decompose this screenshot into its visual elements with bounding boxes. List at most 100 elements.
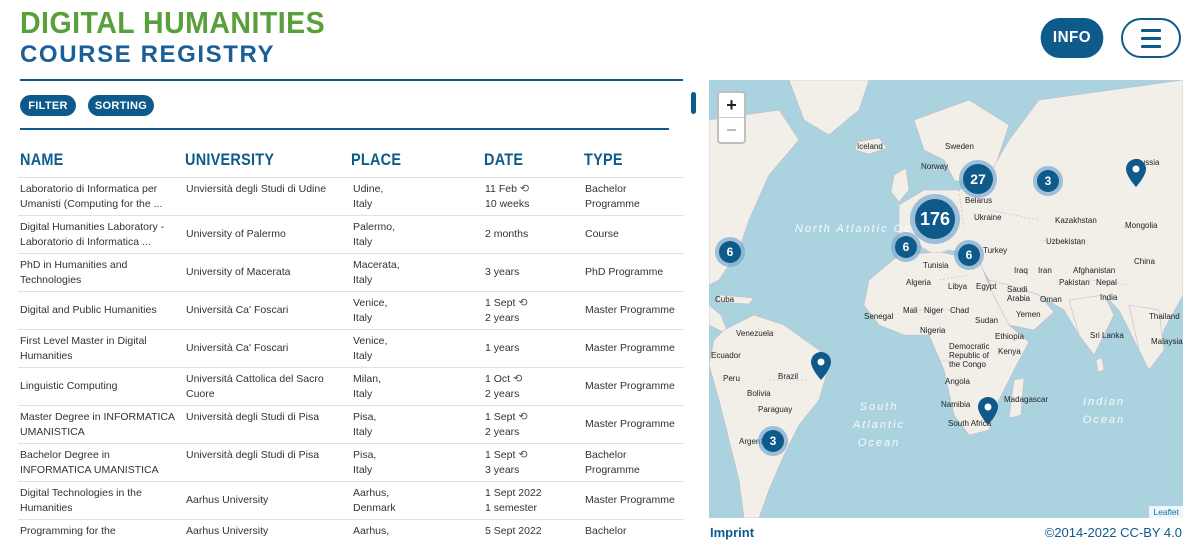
university-name: Università degli Studi di Pisa <box>186 411 320 423</box>
map-cluster[interactable]: 6 <box>715 237 745 267</box>
date-start: 1 years <box>485 341 575 356</box>
country-label: Sudan <box>975 316 999 325</box>
date-duration: 2 years <box>485 312 520 324</box>
map-cluster[interactable]: 3 <box>1033 166 1063 196</box>
place: Aarhus, <box>353 524 473 539</box>
place: Venice, Italy <box>353 334 473 364</box>
map-cluster-count: 3 <box>762 430 784 452</box>
filter-button[interactable]: FILTER <box>20 95 76 116</box>
place-city: Macerata, <box>353 259 400 271</box>
place-country: Italy <box>353 198 373 210</box>
map-pin-icon[interactable] <box>1126 159 1146 187</box>
place-country: Italy <box>353 274 373 286</box>
recurring-icon: ⟲ <box>518 449 528 461</box>
country-label: Nepal <box>1096 278 1117 287</box>
date-start: 1 Sept ⟲ <box>485 410 575 425</box>
zoom-control: + − <box>717 91 746 144</box>
country-label: Chad <box>950 306 970 315</box>
date-duration: 2 years <box>485 388 520 400</box>
column-header-type[interactable]: TYPE <box>584 150 623 170</box>
column-header-place[interactable]: PLACE <box>351 150 401 170</box>
country-label: Paraguay <box>758 405 793 414</box>
column-header-date[interactable]: DATE <box>484 150 523 170</box>
column-header-university[interactable]: UNIVERSITY <box>185 150 274 170</box>
table-row[interactable]: Programming for the Aarhus University Aarh… <box>18 519 684 549</box>
table-row[interactable]: Digital and Public Humanities Università … <box>18 291 684 329</box>
country-label: Turkey <box>983 246 1008 255</box>
date: 1 Sept ⟲ 2 years <box>485 296 575 326</box>
course-name: Digital Technologies in the Humanities <box>20 487 142 514</box>
map-cluster-count: 176 <box>915 199 955 239</box>
course-map[interactable]: North Atlantic Ocean South Atlantic Ocea… <box>709 80 1183 518</box>
place-country: Italy <box>353 350 373 362</box>
course-type-line: PhD Programme <box>585 266 664 278</box>
map-cluster[interactable]: 27 <box>959 160 997 198</box>
place: Pisa, Italy <box>353 448 473 478</box>
course-type-line: Bachelor <box>585 449 627 461</box>
course-name: Programming for the <box>20 525 116 537</box>
country-label: Iceland <box>857 142 883 151</box>
column-header-name[interactable]: NAME <box>20 150 64 170</box>
table-row[interactable]: Digital Technologies in the Humanities Aa… <box>18 481 684 519</box>
date: 1 Oct ⟲ 2 years <box>485 372 575 402</box>
place: Venice, Italy <box>353 296 473 326</box>
table-row[interactable]: Bachelor Degree in INFORMATICA UMANISTIC… <box>18 443 684 481</box>
imprint-link[interactable]: Imprint <box>710 525 754 540</box>
country-label: Senegal <box>864 312 894 321</box>
place-country: Italy <box>353 312 373 324</box>
date: 1 Sept 2022 1 semester <box>485 486 575 516</box>
table-row[interactable]: PhD in Humanities and Technologies Univer… <box>18 253 684 291</box>
place-city: Milan, <box>353 373 382 385</box>
recurring-icon: ⟲ <box>518 411 528 423</box>
country-label: Niger <box>924 306 944 315</box>
country-label: Ethiopia <box>995 332 1024 341</box>
date: 1 years <box>485 341 575 356</box>
course-type-line: Course <box>585 228 619 240</box>
scrollbar-thumb[interactable] <box>691 92 696 114</box>
course-type-line: Master Programme <box>585 380 675 392</box>
table-row[interactable]: First Level Master in Digital Humanities… <box>18 329 684 367</box>
university-name: Aarhus University <box>186 494 269 506</box>
map-attribution-link[interactable]: Leaflet <box>1149 506 1183 518</box>
map-cluster[interactable]: 3 <box>758 426 788 456</box>
recurring-icon: ⟲ <box>519 183 530 195</box>
course-type-line: Master Programme <box>585 342 675 354</box>
place-city: Venice, <box>353 297 388 309</box>
country-label: Kazakhstan <box>1055 216 1097 225</box>
course-name: PhD in Humanities and Technologies <box>20 259 128 286</box>
place: Udine, Italy <box>353 182 473 212</box>
course-type: PhD Programme <box>585 265 684 280</box>
table-row[interactable]: Master Degree in INFORMATICA UMANISTICA U… <box>18 405 684 443</box>
hamburger-icon-bar <box>1141 36 1161 40</box>
zoom-in-button[interactable]: + <box>719 93 744 117</box>
date: 3 years <box>485 265 575 280</box>
site-logo[interactable]: DIGITAL HUMANITIES COURSE REGISTRY <box>20 6 352 70</box>
place-country: Italy <box>353 426 373 438</box>
map-cluster[interactable]: 6 <box>954 240 984 270</box>
menu-button[interactable] <box>1121 18 1181 58</box>
map-cluster[interactable]: 6 <box>891 232 921 262</box>
date-start-text: 1 years <box>485 342 520 354</box>
course-name: Laboratorio di Informatica per Umanisti … <box>20 183 163 210</box>
place-country: Italy <box>353 388 373 400</box>
country-label: Mali <box>903 306 918 315</box>
map-pin-icon[interactable] <box>978 397 998 425</box>
country-label: Brazil <box>778 372 799 381</box>
table-row[interactable]: Digital Humanities Laboratory - Laborato… <box>18 215 684 253</box>
place-city: Palermo, <box>353 221 396 233</box>
country-label: Algeria <box>906 278 931 287</box>
map-pin-icon[interactable] <box>811 352 831 380</box>
recurring-icon: ⟲ <box>513 373 523 385</box>
country-label: Cuba <box>715 295 735 304</box>
course-type: Master Programme <box>585 417 684 432</box>
sorting-button[interactable]: SORTING <box>88 95 154 116</box>
country-label: Madagascar <box>1004 395 1049 404</box>
university-name: Unviersità degli Studi di Udine <box>186 183 327 195</box>
table-row[interactable]: Laboratorio di Informatica per Umanisti … <box>18 177 684 215</box>
place: Palermo, Italy <box>353 220 473 250</box>
zoom-out-button[interactable]: − <box>719 117 744 141</box>
info-button[interactable]: INFO <box>1040 18 1104 58</box>
course-type: Master Programme <box>585 379 684 394</box>
table-row[interactable]: Linguistic Computing Università Cattolica… <box>18 367 684 405</box>
course-type-line: Master Programme <box>585 418 675 430</box>
